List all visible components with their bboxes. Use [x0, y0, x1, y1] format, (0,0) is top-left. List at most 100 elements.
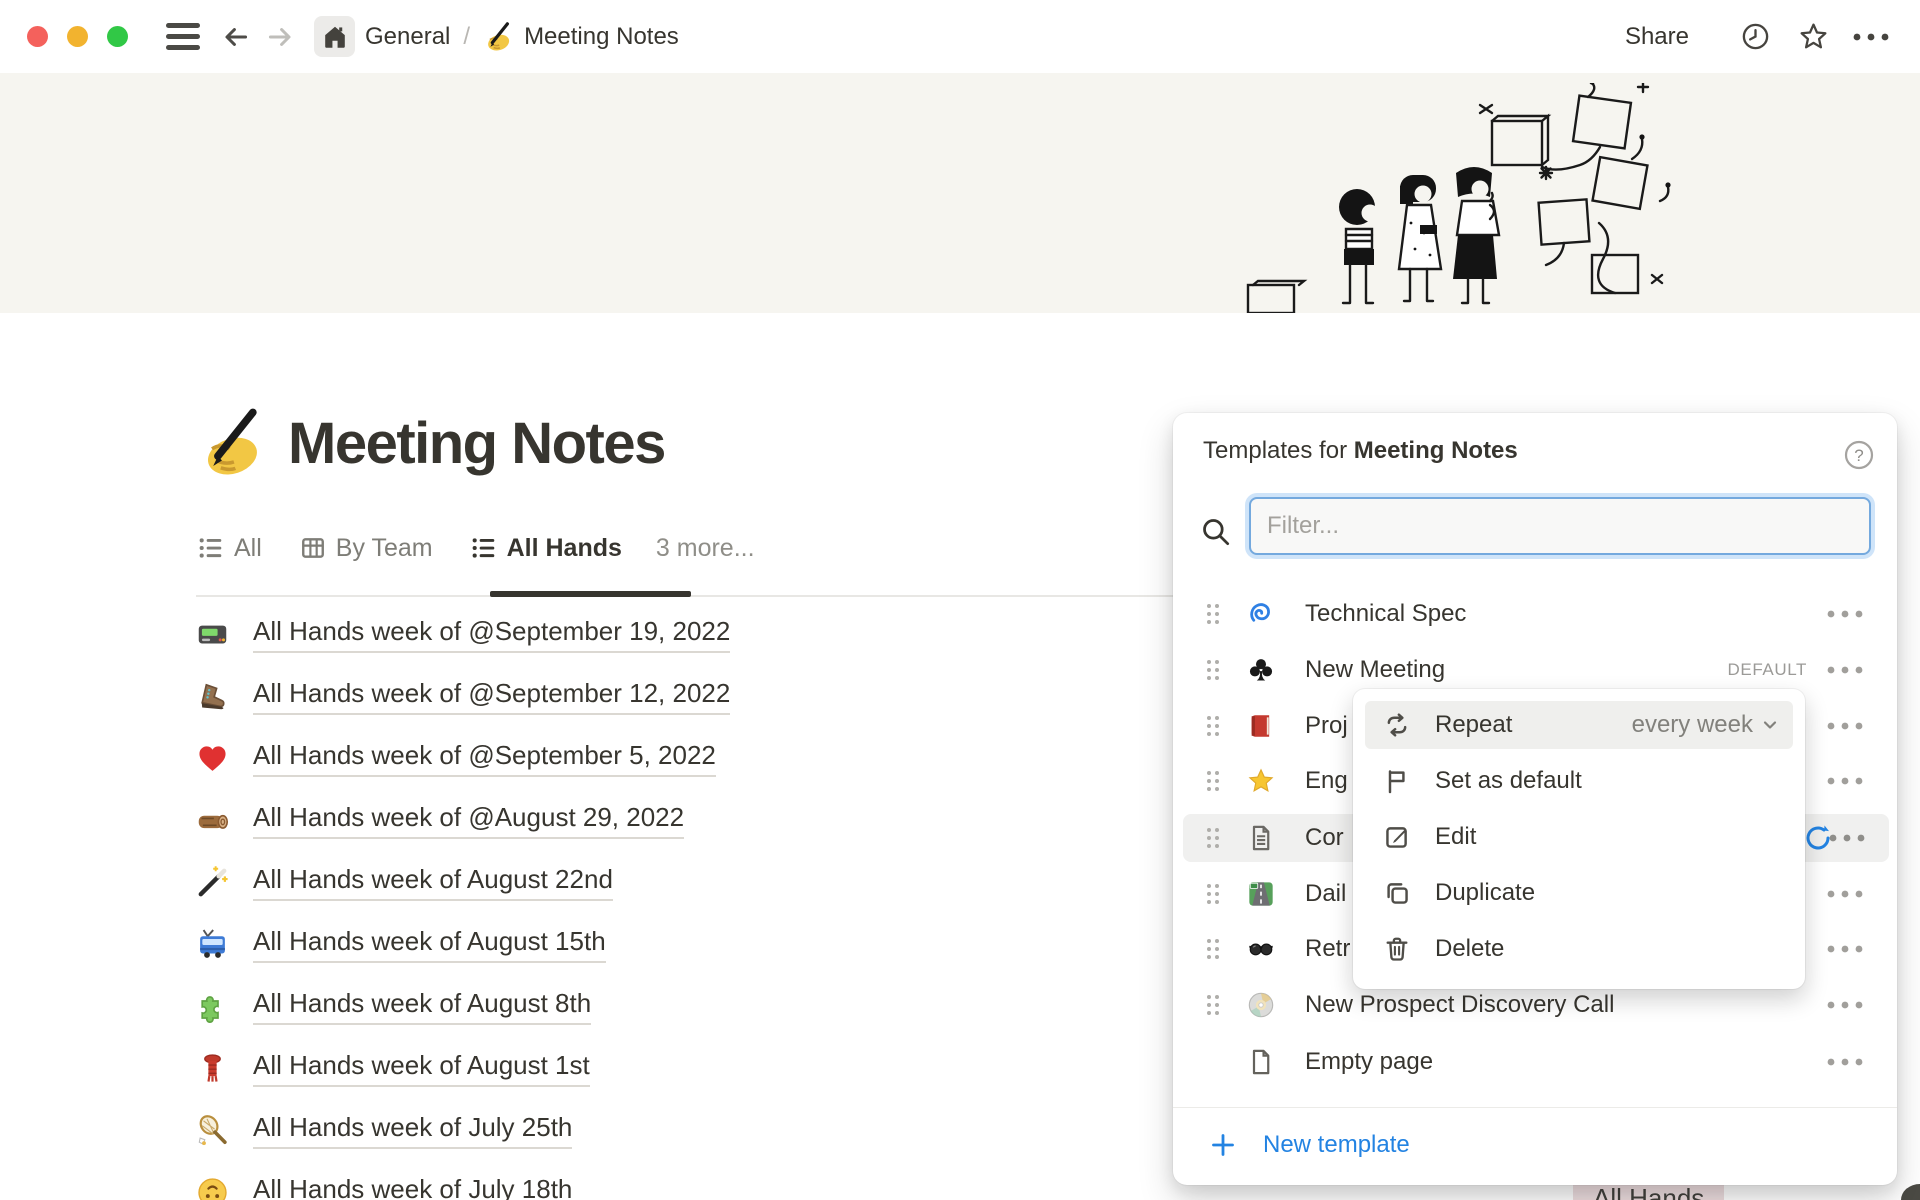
- repeat-icon: [1383, 711, 1411, 739]
- page-header: Meeting Notes: [196, 408, 665, 478]
- menu-item-delete[interactable]: Delete: [1365, 925, 1793, 973]
- template-row-technical-spec[interactable]: Technical Spec: [1183, 590, 1887, 638]
- corner-image-peek: [1901, 1184, 1920, 1200]
- template-row-empty-page[interactable]: Empty page: [1183, 1038, 1887, 1086]
- home-button[interactable]: [314, 16, 355, 57]
- macos-traffic-lights: [27, 26, 128, 47]
- list-item[interactable]: All Hands week of @September 12, 2022: [196, 665, 1116, 727]
- row-more-options-icon[interactable]: [1825, 609, 1865, 619]
- help-icon[interactable]: [1843, 439, 1875, 471]
- row-more-options-icon[interactable]: [1825, 889, 1865, 899]
- repeat-frequency-select[interactable]: every week: [1632, 711, 1779, 739]
- blue-repeat-indicator-icon: [1803, 823, 1833, 853]
- breadcrumb-workspace[interactable]: General: [365, 23, 450, 51]
- drag-handle-icon[interactable]: [1205, 826, 1221, 850]
- template-options-menu: Repeat every week Set as default Edit Du…: [1353, 689, 1805, 989]
- drag-handle-icon[interactable]: [1205, 658, 1221, 682]
- row-more-options-icon[interactable]: [1825, 1057, 1865, 1067]
- star-icon: [1797, 20, 1830, 53]
- close-window-button[interactable]: [27, 26, 48, 47]
- pager-emoji: [196, 618, 229, 651]
- list-item[interactable]: All Hands week of August 8th: [196, 975, 1116, 1037]
- template-row-new-meeting[interactable]: New Meeting DEFAULT: [1183, 646, 1887, 694]
- active-tab-underline: [490, 591, 691, 597]
- row-more-options-icon[interactable]: [1825, 944, 1865, 954]
- list-item[interactable]: All Hands week of July 25th: [196, 1099, 1116, 1161]
- cyclone-emoji: [1247, 600, 1275, 628]
- document-icon: [1247, 824, 1275, 852]
- row-more-options-icon[interactable]: [1825, 1000, 1865, 1010]
- table-view-icon: [300, 535, 326, 561]
- drag-handle-icon[interactable]: [1205, 882, 1221, 906]
- search-icon: [1199, 515, 1233, 549]
- zoom-window-button[interactable]: [107, 26, 128, 47]
- forward-button[interactable]: [258, 15, 302, 59]
- empty-page-icon: [1247, 1048, 1275, 1076]
- more-options-button[interactable]: [1849, 15, 1893, 59]
- back-button[interactable]: [214, 15, 258, 59]
- drag-handle-icon[interactable]: [1205, 602, 1221, 626]
- template-filter-input[interactable]: [1249, 497, 1871, 555]
- updates-clock-button[interactable]: [1733, 15, 1777, 59]
- more-views-button[interactable]: 3 more...: [656, 534, 755, 563]
- list-view-icon: [198, 535, 224, 561]
- row-more-options-icon[interactable]: [1827, 833, 1867, 843]
- list-item[interactable]: All Hands week of August 1st: [196, 1037, 1116, 1099]
- list-view-icon: [471, 535, 497, 561]
- list-item[interactable]: All Hands week of @September 5, 2022: [196, 727, 1116, 789]
- drag-handle-icon[interactable]: [1205, 769, 1221, 793]
- trolleybus-emoji: [196, 928, 229, 961]
- list-item[interactable]: All Hands week of August 15th: [196, 913, 1116, 975]
- templates-popup-title: Templates for Meeting Notes: [1203, 437, 1518, 465]
- menu-item-repeat[interactable]: Repeat every week: [1365, 701, 1793, 749]
- flag-icon: [1383, 767, 1411, 795]
- hiking-boot-emoji: [196, 680, 229, 713]
- menu-item-set-as-default[interactable]: Set as default: [1365, 757, 1793, 805]
- page-cover-banner[interactable]: [0, 73, 1920, 313]
- people-and-boxes-illustration: [1240, 83, 1680, 313]
- home-icon: [321, 23, 349, 51]
- share-button[interactable]: Share: [1625, 23, 1689, 51]
- default-badge: DEFAULT: [1728, 660, 1807, 680]
- all-hands-list: All Hands week of @September 19, 2022 Al…: [196, 603, 1116, 1200]
- drag-handle-icon[interactable]: [1205, 993, 1221, 1017]
- writing-hand-emoji-icon: [483, 22, 513, 52]
- list-item[interactable]: All Hands week of July 18th: [196, 1161, 1116, 1200]
- minimize-window-button[interactable]: [67, 26, 88, 47]
- menu-item-edit[interactable]: Edit: [1365, 813, 1793, 861]
- club-suit-emoji: [1247, 656, 1275, 684]
- list-item[interactable]: All Hands week of August 22nd: [196, 851, 1116, 913]
- upside-down-face-emoji: [196, 1176, 229, 1200]
- tab-all-hands[interactable]: All Hands: [471, 534, 622, 563]
- sidebar-menu-icon[interactable]: [166, 23, 200, 50]
- row-more-options-icon[interactable]: [1825, 776, 1865, 786]
- trash-icon: [1383, 935, 1411, 963]
- red-book-emoji: [1247, 712, 1275, 740]
- magic-wand-emoji: [196, 866, 229, 899]
- menu-item-duplicate[interactable]: Duplicate: [1365, 869, 1793, 917]
- badminton-emoji: [196, 1114, 229, 1147]
- puzzle-piece-emoji: [196, 990, 229, 1023]
- favorite-star-button[interactable]: [1791, 15, 1835, 59]
- breadcrumb-page[interactable]: Meeting Notes: [524, 23, 679, 51]
- chevron-down-icon: [1761, 716, 1779, 734]
- scarf-emoji: [196, 1052, 229, 1085]
- tab-by-team[interactable]: By Team: [300, 534, 433, 563]
- page-title[interactable]: Meeting Notes: [288, 410, 665, 477]
- drag-handle-icon[interactable]: [1205, 937, 1221, 961]
- red-heart-emoji: [196, 742, 229, 775]
- clock-icon: [1740, 21, 1771, 52]
- row-more-options-icon[interactable]: [1825, 665, 1865, 675]
- view-tabs: All By Team All Hands 3 more...: [198, 526, 755, 570]
- sunglasses-emoji: [1247, 935, 1275, 963]
- list-item[interactable]: All Hands week of @September 19, 2022: [196, 603, 1116, 665]
- edit-icon: [1383, 823, 1411, 851]
- drag-handle-icon[interactable]: [1205, 714, 1221, 738]
- tab-all[interactable]: All: [198, 534, 262, 563]
- star-emoji: [1247, 767, 1275, 795]
- list-item[interactable]: All Hands week of @August 29, 2022: [196, 789, 1116, 851]
- new-template-button[interactable]: New template: [1209, 1121, 1410, 1169]
- page-writing-hand-emoji-icon[interactable]: [196, 408, 266, 478]
- cd-emoji: [1247, 991, 1275, 1019]
- row-more-options-icon[interactable]: [1825, 721, 1865, 731]
